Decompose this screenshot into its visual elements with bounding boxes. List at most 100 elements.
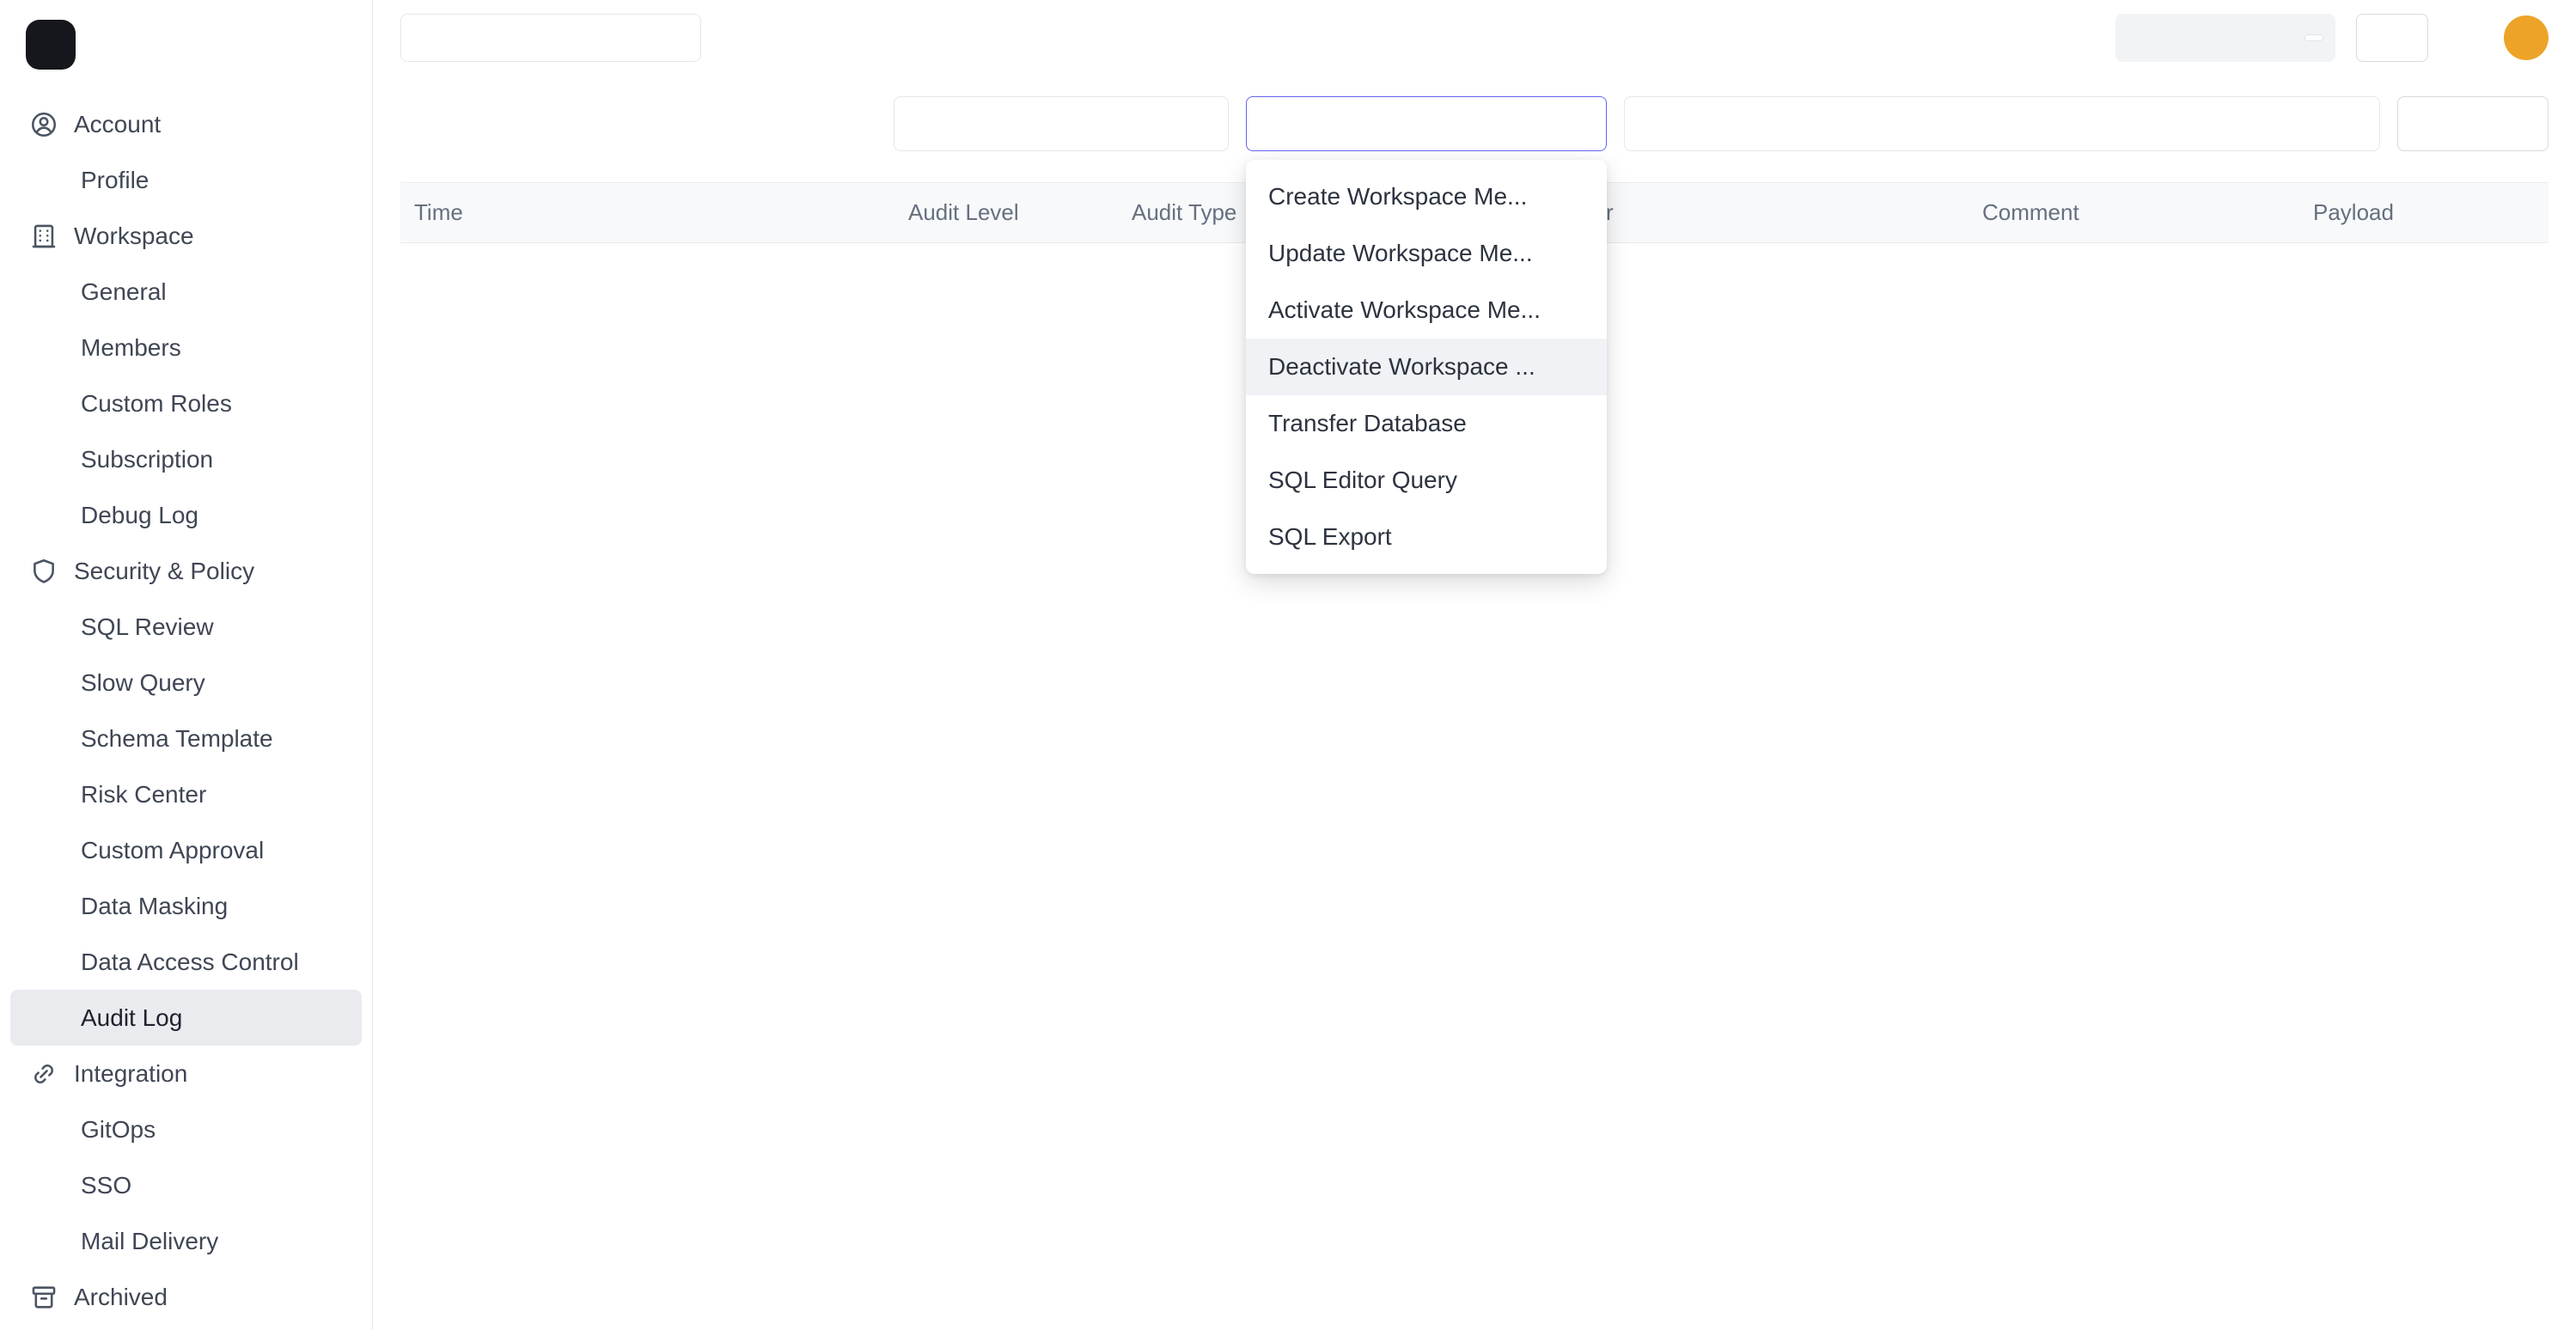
sidebar-item-custom-roles[interactable]: Custom Roles	[10, 375, 362, 431]
dropdown-item-label: Transfer Database	[1268, 410, 1467, 437]
sidebar-item-label: Security & Policy	[74, 558, 254, 585]
chevron-down-icon	[320, 1064, 341, 1084]
terminal-icon	[2374, 25, 2400, 51]
sidebar-item-data-access-control[interactable]: Data Access Control	[10, 934, 362, 990]
chevron-down-icon	[320, 561, 341, 582]
sidebar-item-label: SSO	[81, 1172, 131, 1199]
sidebar-item-label: Custom Roles	[81, 390, 232, 418]
sidebar-item-risk-center[interactable]: Risk Center	[10, 766, 362, 822]
sidebar-item-label: Schema Template	[81, 725, 273, 753]
sidebar-item-label: Custom Approval	[81, 837, 264, 864]
archive-icon	[29, 1283, 58, 1312]
topbar-right	[2115, 14, 2549, 62]
dropdown-item-label: SQL Export	[1268, 523, 1392, 551]
sidebar-item-label: Members	[81, 334, 181, 362]
sidebar-item-slow-query[interactable]: Slow Query	[10, 655, 362, 711]
column-header-label: Time	[414, 199, 463, 225]
user-circle-icon	[29, 110, 58, 139]
avatar[interactable]	[2504, 15, 2549, 60]
sidebar-item-label: Archived	[74, 1284, 168, 1311]
sidebar-item-data-masking[interactable]: Data Masking	[10, 878, 362, 934]
sidebar-item-label: GitOps	[81, 1116, 156, 1144]
sidebar-item-subscription[interactable]: Subscription	[10, 431, 362, 487]
sidebar-item-sql-review[interactable]: SQL Review	[10, 599, 362, 655]
sidebar-item-mail-delivery[interactable]: Mail Delivery	[10, 1213, 362, 1269]
sidebar-item-label: Mail Delivery	[81, 1228, 218, 1255]
filter-bar: Create Workspace Me... Update Workspace …	[373, 65, 2576, 182]
sidebar-item-debug-log[interactable]: Debug Log	[10, 487, 362, 543]
dropdown-item-activate-workspace-me[interactable]: Activate Workspace Me...	[1246, 282, 1607, 339]
dropdown-item-label: SQL Editor Query	[1268, 467, 1457, 494]
column-header-time: Time	[400, 183, 894, 243]
sidebar-item-gitops[interactable]: GitOps	[10, 1101, 362, 1157]
gear-icon[interactable]	[2449, 21, 2483, 55]
bytebase-logo-icon	[26, 20, 76, 70]
sidebar-item-label: Workspace	[74, 223, 194, 250]
sidebar-item-integration[interactable]: Integration	[10, 1046, 362, 1101]
brand-logo[interactable]	[0, 0, 372, 89]
sidebar-nav: Account Profile Workspace General Member…	[0, 89, 372, 1330]
dropdown-item-label: Deactivate Workspace ...	[1268, 353, 1535, 381]
sidebar-item-custom-approval[interactable]: Custom Approval	[10, 822, 362, 878]
sidebar-item-label: Audit Log	[81, 1004, 182, 1032]
sidebar-item-members[interactable]: Members	[10, 320, 362, 375]
sidebar-item-security-policy[interactable]: Security & Policy	[10, 543, 362, 599]
chevron-down-icon	[664, 27, 685, 48]
dropdown-item-label: Activate Workspace Me...	[1268, 296, 1541, 324]
sidebar-item-sso[interactable]: SSO	[10, 1157, 362, 1213]
chevron-down-icon	[320, 226, 341, 247]
actor-filter-select[interactable]	[894, 96, 1229, 151]
dropdown-item-transfer-database[interactable]: Transfer Database	[1246, 395, 1607, 452]
dropdown-item-deactivate-workspace[interactable]: Deactivate Workspace ...	[1246, 339, 1607, 395]
column-header-audit-level: Audit Level	[894, 183, 1118, 243]
dropdown-item-label: Create Workspace Me...	[1268, 183, 1527, 210]
sidebar-item-general[interactable]: General	[10, 264, 362, 320]
dropdown-item-sql-export[interactable]: SQL Export	[1246, 509, 1607, 565]
type-filter-wrap: Create Workspace Me... Update Workspace …	[1246, 96, 1607, 151]
column-header-comment: Comment	[1969, 183, 2299, 243]
dropdown-item-label: Update Workspace Me...	[1268, 240, 1533, 267]
sidebar-item-audit-log[interactable]: Audit Log	[10, 990, 362, 1046]
sidebar-item-label: Data Access Control	[81, 949, 299, 976]
main-area: Create Workspace Me... Update Workspace …	[373, 0, 2576, 1330]
sidebar-item-label: Risk Center	[81, 781, 206, 808]
link-icon	[29, 1059, 58, 1089]
sidebar-item-account[interactable]: Account	[10, 96, 362, 152]
date-range-picker[interactable]	[1624, 96, 2380, 151]
sidebar-item-archived[interactable]: Archived	[10, 1269, 362, 1325]
shield-icon	[29, 557, 58, 586]
app-root: Account Profile Workspace General Member…	[0, 0, 2576, 1330]
calendar-icon	[2335, 111, 2360, 137]
sidebar-item-label: Integration	[74, 1060, 187, 1088]
topbar	[373, 0, 2576, 65]
search-input[interactable]	[2115, 14, 2335, 62]
chevron-down-icon	[1192, 113, 1212, 134]
sidebar-item-label: Account	[74, 111, 161, 138]
search-icon	[2127, 26, 2152, 50]
dropdown-item-sql-editor-query[interactable]: SQL Editor Query	[1246, 452, 1607, 509]
export-button[interactable]	[2397, 96, 2549, 151]
type-filter-select[interactable]	[1246, 96, 1607, 151]
column-header-actor: Actor	[1547, 183, 1969, 243]
user-icon	[910, 110, 937, 137]
chevron-down-icon	[320, 114, 341, 135]
sidebar-item-label: Data Masking	[81, 893, 228, 920]
dropdown-item-update-workspace-me[interactable]: Update Workspace Me...	[1246, 225, 1607, 282]
sidebar-item-label: Subscription	[81, 446, 213, 473]
sql-editor-button[interactable]	[2356, 14, 2428, 62]
dropdown-item-create-workspace-me[interactable]: Create Workspace Me...	[1246, 168, 1607, 225]
type-dropdown-menu: Create Workspace Me... Update Workspace …	[1246, 160, 1607, 574]
sidebar-item-label: Debug Log	[81, 502, 198, 529]
sidebar-item-workspace[interactable]: Workspace	[10, 208, 362, 264]
sidebar-item-label: Slow Query	[81, 669, 205, 697]
project-select[interactable]	[400, 14, 701, 62]
chevron-down-icon	[1570, 113, 1590, 134]
sidebar-item-schema-template[interactable]: Schema Template	[10, 711, 362, 766]
sidebar: Account Profile Workspace General Member…	[0, 0, 373, 1330]
search-shortcut	[2304, 34, 2323, 41]
download-icon	[2456, 112, 2480, 136]
sidebar-item-profile[interactable]: Profile	[10, 152, 362, 208]
column-header-label: Audit Type	[1132, 199, 1236, 225]
arrow-right-icon	[1966, 112, 1990, 136]
column-header-label: Comment	[1982, 199, 2079, 225]
